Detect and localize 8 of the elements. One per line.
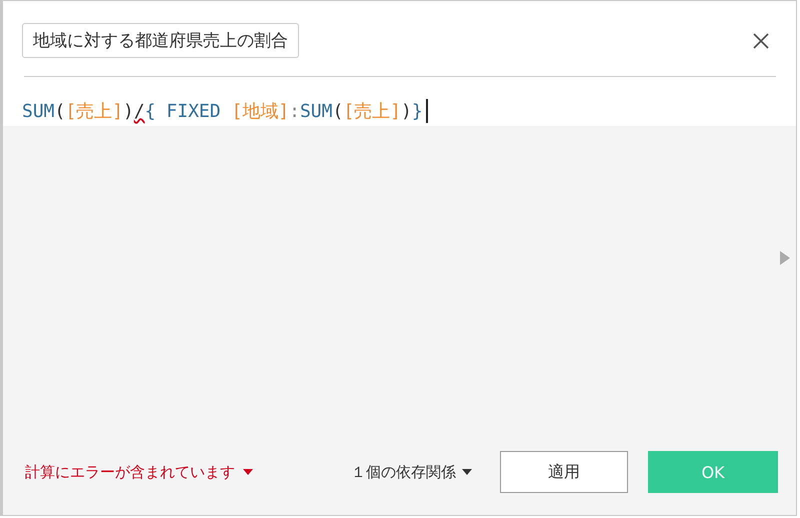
caret-icon <box>462 469 472 475</box>
apply-button[interactable]: 適用 <box>500 451 628 493</box>
caret-icon <box>243 469 253 475</box>
close-icon[interactable] <box>752 32 770 50</box>
name-field[interactable]: 地域に対する都道府県売上の割合 <box>22 23 299 58</box>
dependencies-dropdown[interactable]: １個の依存関係 <box>351 462 472 482</box>
formula-editor[interactable]: SUM([売上])/{ FIXED [地域]:SUM([売上])} <box>22 99 776 123</box>
error-message[interactable]: 計算にエラーが含まれています <box>25 462 253 482</box>
